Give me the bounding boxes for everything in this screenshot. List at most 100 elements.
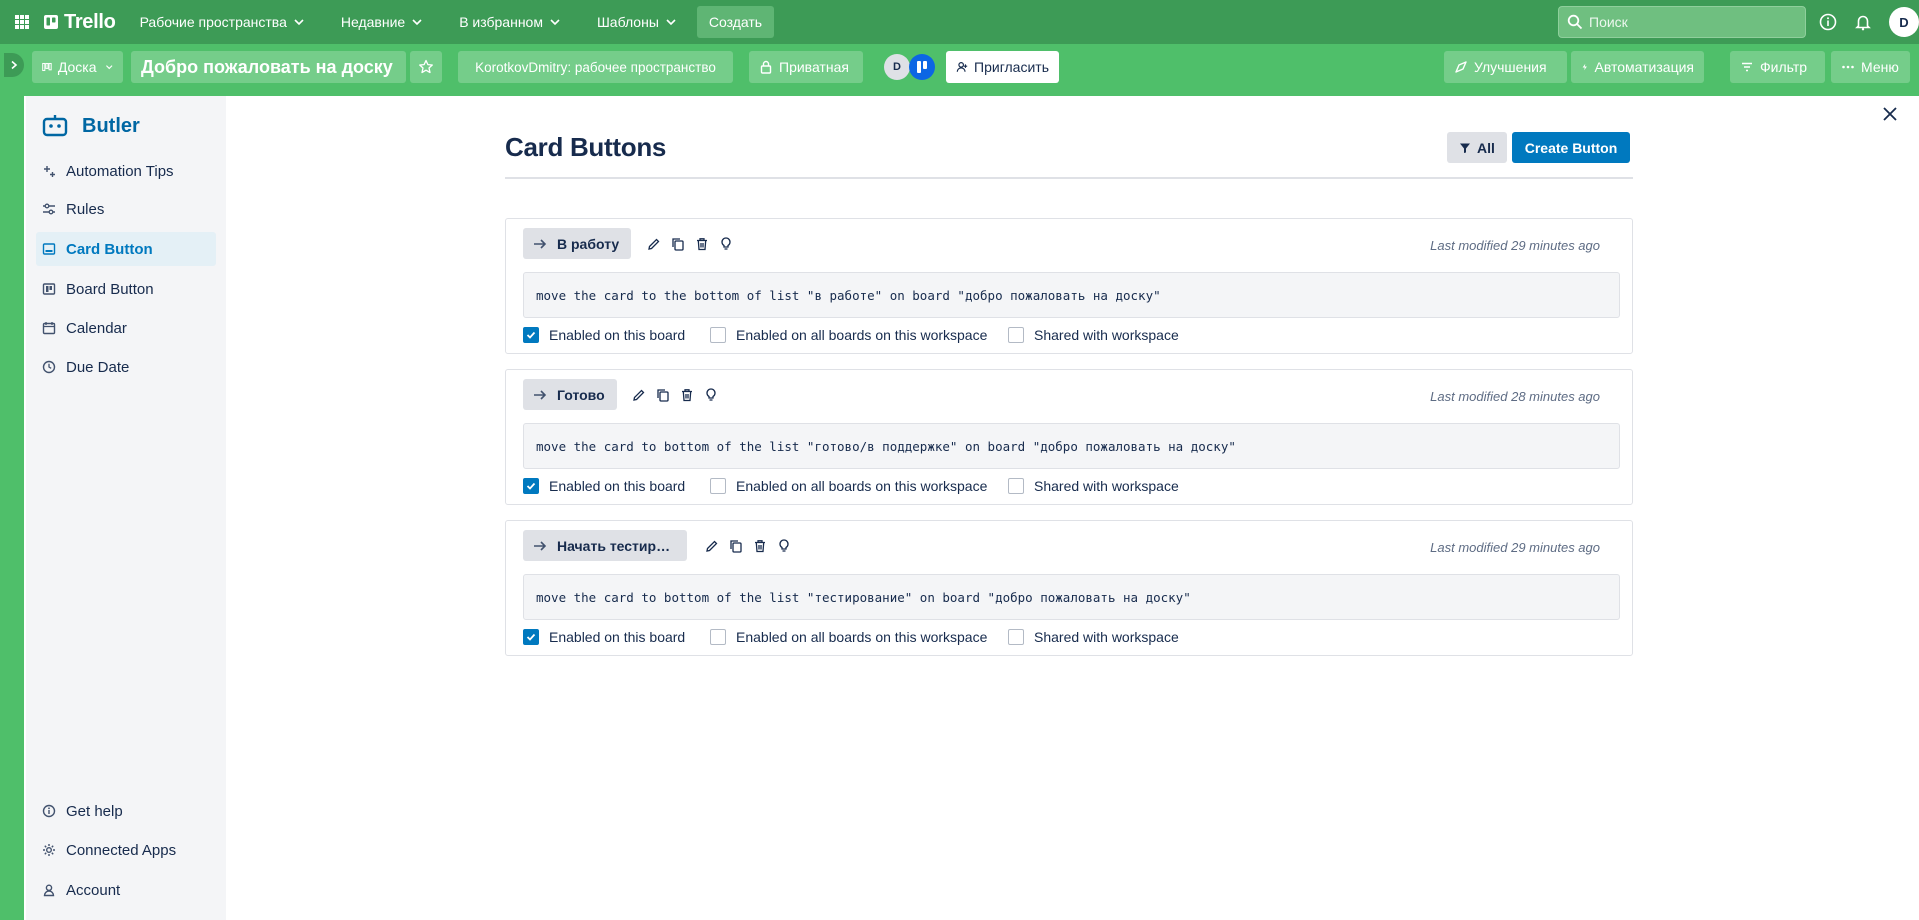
top-header: Trello Рабочие пространства Недавние В и… <box>0 0 1919 44</box>
last-modified: Last modified 29 minutes ago <box>1430 238 1600 253</box>
button-tools <box>631 387 727 403</box>
lightbulb-icon[interactable] <box>703 387 719 403</box>
last-modified: Last modified 28 minutes ago <box>1430 389 1600 404</box>
nav-workspaces[interactable]: Рабочие пространства <box>132 6 313 38</box>
trash-icon[interactable] <box>679 387 695 403</box>
jira-app-icon[interactable] <box>909 54 935 80</box>
close-icon[interactable] <box>1878 102 1902 126</box>
board-view-switcher[interactable]: Доска <box>32 51 123 83</box>
edit-icon[interactable] <box>631 387 647 403</box>
shared-workspace-checkbox[interactable]: Shared with workspace <box>1008 478 1179 494</box>
search-icon <box>1567 14 1583 30</box>
user-icon <box>42 883 56 897</box>
checkbox-label: Enabled on all boards on this workspace <box>736 478 988 494</box>
visibility-label: Приватная <box>779 59 849 75</box>
bell-icon[interactable] <box>1851 10 1875 34</box>
sidebar-item-board-button[interactable]: Board Button <box>36 272 216 306</box>
nav-recent[interactable]: Недавние <box>333 6 431 38</box>
menu-button[interactable]: Меню <box>1831 51 1910 83</box>
shared-workspace-checkbox[interactable]: Shared with workspace <box>1008 327 1179 343</box>
sidebar-item-account[interactable]: Account <box>36 873 216 907</box>
invite-label: Пригласить <box>974 59 1049 75</box>
board-header: Доска Добро пожаловать на доску Korotkov… <box>0 44 1919 96</box>
sidebar-item-calendar[interactable]: Calendar <box>36 311 216 345</box>
add-user-icon <box>956 62 968 72</box>
visibility-button[interactable]: Приватная <box>749 51 863 83</box>
trello-logo[interactable]: Trello <box>44 11 116 34</box>
button-tools <box>704 538 800 554</box>
enabled-all-boards-checkbox[interactable]: Enabled on all boards on this workspace <box>710 629 987 645</box>
board-title[interactable]: Добро пожаловать на доску <box>131 51 406 83</box>
checkbox-label: Enabled on this board <box>549 478 686 494</box>
checkbox-label: Enabled on this board <box>549 327 686 343</box>
shared-workspace-checkbox[interactable]: Shared with workspace <box>1008 629 1179 645</box>
sidebar-item-connected-apps[interactable]: Connected Apps <box>36 833 216 867</box>
info-icon[interactable] <box>1816 10 1840 34</box>
lightbulb-icon[interactable] <box>776 538 792 554</box>
checkbox-checked-icon <box>523 478 539 494</box>
nav-templates[interactable]: Шаблоны <box>589 6 685 38</box>
butler-brand: Butler <box>42 114 140 138</box>
automation-button[interactable]: Автоматизация <box>1571 51 1704 83</box>
page-title: Card Buttons <box>505 132 667 162</box>
checkbox-label: Shared with workspace <box>1034 478 1179 494</box>
gear-icon <box>42 843 56 857</box>
trash-icon[interactable] <box>694 236 710 252</box>
calendar-icon <box>42 321 56 335</box>
invite-button[interactable]: Пригласить <box>946 51 1059 83</box>
checkbox-empty-icon <box>1008 327 1024 343</box>
enabled-on-board-checkbox[interactable]: Enabled on this board <box>523 327 685 343</box>
enabled-on-board-checkbox[interactable]: Enabled on this board <box>523 629 685 645</box>
filter-button[interactable]: Фильтр <box>1730 51 1825 83</box>
user-avatar[interactable]: D <box>1889 7 1919 37</box>
checkbox-checked-icon <box>523 629 539 645</box>
enabled-on-board-checkbox[interactable]: Enabled on this board <box>523 478 685 494</box>
lightbulb-icon[interactable] <box>718 236 734 252</box>
arrow-right-icon <box>534 389 547 400</box>
sidebar-item-label: Due Date <box>66 358 130 376</box>
button-chip-label: В работу <box>557 235 620 252</box>
edit-icon[interactable] <box>646 236 662 252</box>
sidebar-item-label: Connected Apps <box>66 841 177 859</box>
sidebar-item-rules[interactable]: Rules <box>36 192 216 226</box>
copy-icon[interactable] <box>670 236 686 252</box>
star-board-button[interactable] <box>410 51 442 83</box>
button-chip[interactable]: Готово <box>523 379 617 410</box>
lock-icon <box>760 60 772 74</box>
sidebar-item-due-date[interactable]: Due Date <box>36 350 216 384</box>
enabled-all-boards-checkbox[interactable]: Enabled on all boards on this workspace <box>710 327 987 343</box>
card-button-item: Начать тестирование Last modified 29 min… <box>505 520 1633 656</box>
enabled-all-boards-checkbox[interactable]: Enabled on all boards on this workspace <box>710 478 987 494</box>
rocket-icon <box>1455 61 1467 73</box>
button-chip[interactable]: В работу <box>523 228 632 259</box>
sidebar-expand-button[interactable] <box>4 53 24 77</box>
sidebar-item-automation-tips[interactable]: Automation Tips <box>36 154 216 188</box>
checkbox-label: Enabled on all boards on this workspace <box>736 327 988 343</box>
member-avatar[interactable]: D <box>884 54 910 80</box>
sidebar-item-card-button[interactable]: Card Button <box>36 232 216 266</box>
button-chip[interactable]: Начать тестирование <box>523 530 687 561</box>
create-button-button[interactable]: Create Button <box>1512 132 1630 163</box>
trash-icon[interactable] <box>752 538 768 554</box>
automation-label: Автоматизация <box>1594 59 1694 75</box>
workspace-button[interactable]: KorotkovDmitry: рабочее пространство <box>458 51 733 83</box>
lightning-icon <box>1582 63 1587 71</box>
copy-icon[interactable] <box>655 387 671 403</box>
search-input[interactable]: Поиск <box>1558 6 1806 38</box>
edit-icon[interactable] <box>704 538 720 554</box>
sidebar-item-label: Account <box>66 881 121 899</box>
nav-starred-label: В избранном <box>459 14 543 30</box>
checkbox-label: Enabled on all boards on this workspace <box>736 629 988 645</box>
butler-robot-icon <box>42 115 68 137</box>
create-button[interactable]: Создать <box>696 6 775 38</box>
logo-text: Trello <box>64 10 116 33</box>
copy-icon[interactable] <box>728 538 744 554</box>
nav-starred[interactable]: В избранном <box>451 6 569 38</box>
button-chip-label: Начать тестирование <box>557 537 675 554</box>
apps-grid-icon[interactable] <box>10 10 34 34</box>
checkbox-empty-icon <box>1008 478 1024 494</box>
filter-all-button[interactable]: All <box>1447 132 1507 163</box>
button-chip-label: Готово <box>557 386 605 403</box>
sidebar-item-get-help[interactable]: Get help <box>36 794 216 828</box>
power-ups-button[interactable]: Улучшения <box>1444 51 1567 83</box>
